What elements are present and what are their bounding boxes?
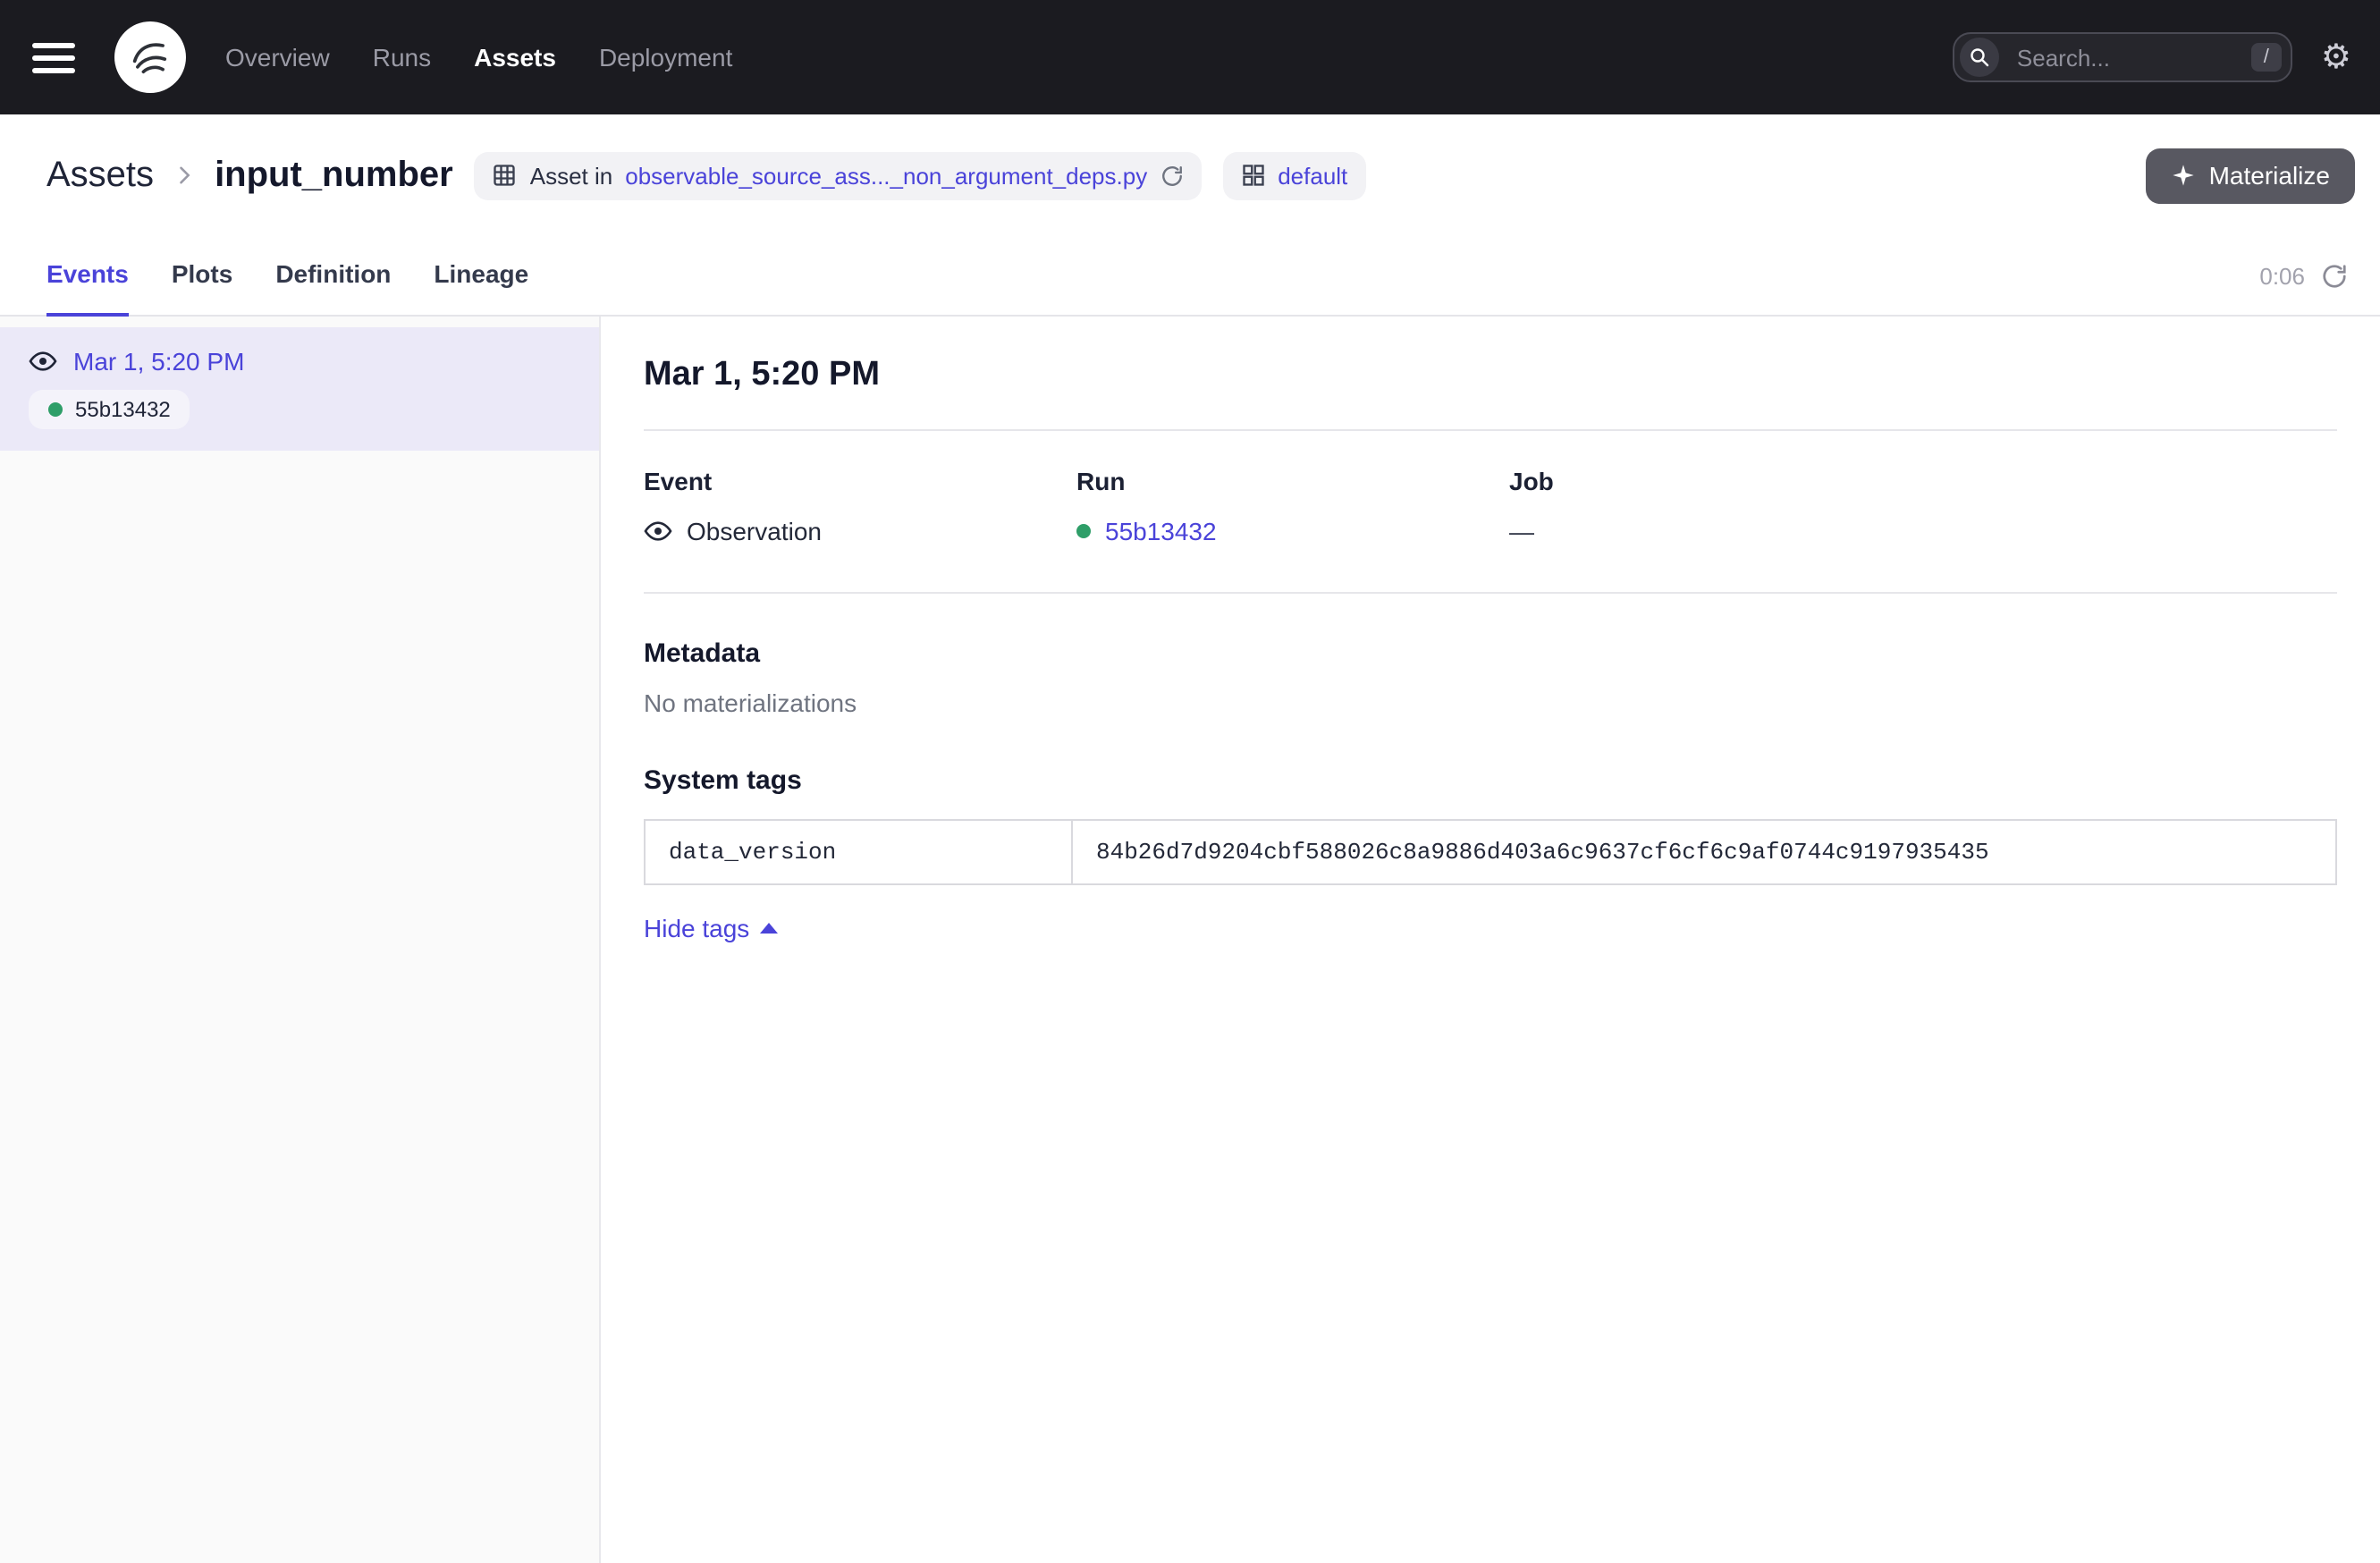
asset-in-label: Asset in: [530, 162, 613, 189]
materialize-label: Materialize: [2209, 161, 2330, 190]
event-timestamp: Mar 1, 5:20 PM: [73, 347, 244, 376]
search-shortcut-badge: /: [2251, 43, 2282, 72]
group-name-label[interactable]: default: [1278, 162, 1347, 189]
breadcrumb: Assets input_number: [46, 155, 453, 196]
breadcrumb-row: Assets input_number Asset in observable_…: [0, 114, 2380, 215]
breadcrumb-assets-link[interactable]: Assets: [46, 155, 154, 196]
settings-gear-icon[interactable]: ⚙: [2321, 40, 2351, 74]
refresh-timer: 0:06: [2259, 263, 2348, 315]
tag-value-cell: 84b26d7d9204cbf588026c8a9886d403a6c9637c…: [1072, 820, 2336, 884]
refresh-countdown: 0:06: [2259, 263, 2305, 290]
refresh-icon[interactable]: [2321, 263, 2348, 290]
observation-eye-icon: [29, 347, 57, 376]
hide-tags-link[interactable]: Hide tags: [644, 914, 778, 942]
asset-grid-icon: [493, 163, 518, 188]
tabs-row: Events Plots Definition Lineage 0:06: [0, 215, 2380, 315]
divider: [644, 592, 2337, 594]
event-column-value: Observation: [644, 517, 1076, 545]
run-column-value: 55b13432: [1076, 517, 1509, 545]
event-summary-columns: Event Observation Run 55b13432: [644, 467, 2337, 545]
system-tags-heading: System tags: [644, 765, 2337, 796]
tab-plots[interactable]: Plots: [172, 259, 232, 315]
job-column-label: Job: [1509, 467, 1942, 495]
run-id-pill[interactable]: 55b13432: [29, 390, 190, 429]
events-sidebar: Mar 1, 5:20 PM 55b13432: [0, 317, 601, 1563]
table-row: data_version 84b26d7d9204cbf588026c8a988…: [645, 820, 2336, 884]
event-list-item-selected[interactable]: Mar 1, 5:20 PM 55b13432: [0, 327, 599, 451]
event-type-label: Observation: [687, 517, 822, 545]
nav-item-runs[interactable]: Runs: [373, 43, 431, 72]
nav-item-overview[interactable]: Overview: [225, 43, 330, 72]
metadata-heading: Metadata: [644, 638, 2337, 669]
run-status-dot: [48, 402, 63, 417]
run-column: Run 55b13432: [1076, 467, 1509, 545]
nav-item-deployment[interactable]: Deployment: [599, 43, 732, 72]
top-nav: Overview Runs Assets Deployment / ⚙: [0, 0, 2380, 114]
asset-name: input_number: [215, 155, 453, 196]
observation-eye-icon: [644, 517, 672, 545]
hamburger-menu-icon[interactable]: [32, 42, 75, 72]
asset-group-badge[interactable]: default: [1222, 151, 1365, 199]
tab-events[interactable]: Events: [46, 259, 129, 315]
page-header-section: Assets input_number Asset in observable_…: [0, 114, 2380, 317]
dagster-logo[interactable]: [114, 21, 186, 93]
tag-key-cell: data_version: [645, 820, 1072, 884]
reload-location-icon[interactable]: [1160, 164, 1183, 187]
sparkle-icon: [2172, 163, 2197, 188]
metadata-empty-state: No materializations: [644, 689, 2337, 717]
search-input[interactable]: [2013, 42, 2251, 72]
chevron-right-icon: [172, 163, 197, 188]
group-grid-icon: [1240, 163, 1265, 188]
run-id-label: 55b13432: [75, 397, 171, 422]
asset-definition-badge: Asset in observable_source_ass..._non_ar…: [475, 151, 1201, 199]
run-status-dot: [1076, 524, 1091, 538]
job-column-value: —: [1509, 517, 1942, 545]
system-tags-table: data_version 84b26d7d9204cbf588026c8a988…: [644, 819, 2337, 885]
event-detail-panel: Mar 1, 5:20 PM Event Observation Run: [601, 317, 2380, 1563]
hide-tags-label: Hide tags: [644, 914, 749, 942]
dagster-logo-swirl-icon: [127, 34, 173, 80]
search-icon: [1960, 38, 1999, 77]
dagster-app: Overview Runs Assets Deployment / ⚙ Asse…: [0, 0, 2380, 1563]
materialize-button[interactable]: Materialize: [2147, 148, 2355, 203]
caret-up-icon: [760, 923, 778, 934]
page-body: Mar 1, 5:20 PM 55b13432 Mar 1, 5:20 PM E…: [0, 317, 2380, 1563]
tab-lineage[interactable]: Lineage: [434, 259, 528, 315]
event-column-label: Event: [644, 467, 1076, 495]
code-location-link[interactable]: observable_source_ass..._non_argument_de…: [625, 162, 1147, 189]
tab-definition[interactable]: Definition: [275, 259, 391, 315]
run-column-label: Run: [1076, 467, 1509, 495]
event-column: Event Observation: [644, 467, 1076, 545]
job-column: Job —: [1509, 467, 1942, 545]
global-search[interactable]: /: [1953, 32, 2292, 82]
event-timestamp-row: Mar 1, 5:20 PM: [29, 347, 570, 376]
event-detail-title: Mar 1, 5:20 PM: [644, 356, 2337, 395]
divider: [644, 429, 2337, 431]
job-empty-dash: —: [1509, 517, 1534, 545]
nav-item-assets[interactable]: Assets: [474, 43, 556, 72]
run-id-link[interactable]: 55b13432: [1105, 517, 1217, 545]
